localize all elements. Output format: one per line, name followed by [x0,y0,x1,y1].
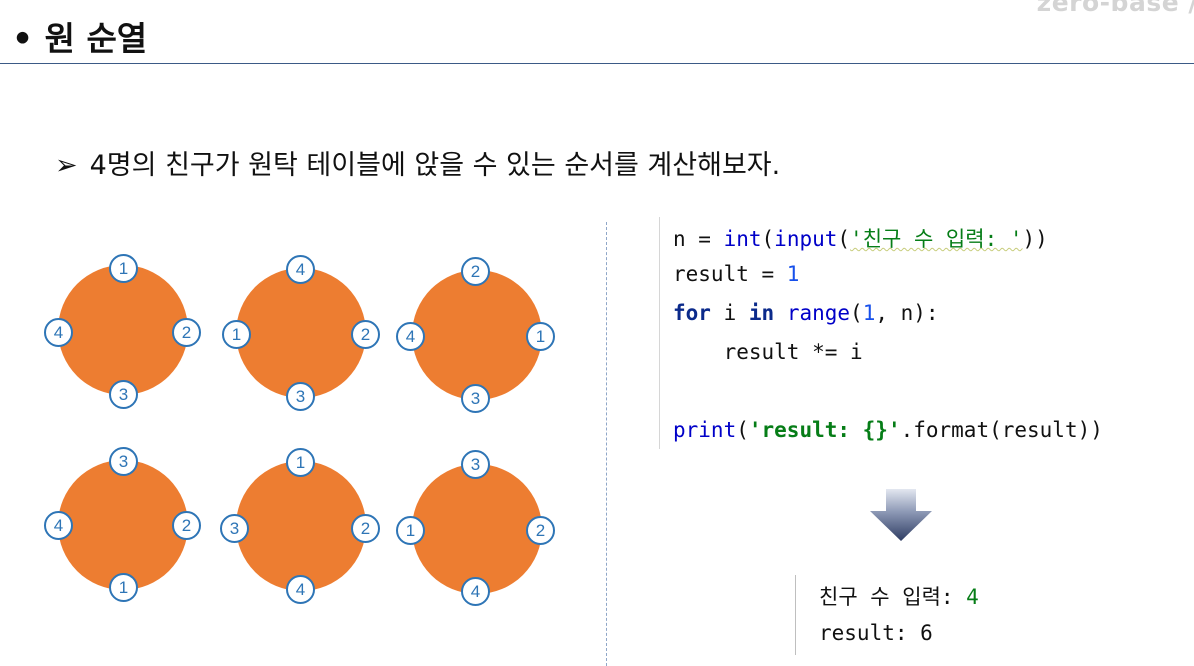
page-title: • 원 순열 [12,12,147,60]
title-text: 원 순열 [44,19,148,58]
seat-6-top: 3 [461,450,490,479]
seat-3-bottom: 3 [461,384,490,413]
code-token: .format(result)) [900,418,1103,442]
seat-6-left: 1 [396,516,425,545]
output-block: 친구 수 입력: 4 result: 6 [795,575,1056,655]
code-token: 1 [786,262,800,286]
code-line-4: result *= i [673,340,863,364]
subtitle-text: 4명의 친구가 원탁 테이블에 앉을 수 있는 순서를 계산해보자. [89,150,781,181]
round-table-4 [58,460,188,590]
brand-logo: zero-base / [1036,0,1194,17]
seat-5-right: 2 [351,514,380,543]
code-token: result *= i [673,340,863,364]
code-token: , n): [875,301,939,325]
seat-2-left: 1 [222,320,251,349]
code-line-3: for i in range(1, n): [673,301,939,325]
seat-6-right: 2 [526,516,555,545]
seat-3-left: 4 [396,322,425,351]
seat-4-left: 4 [44,511,73,540]
code-token: int [723,227,762,251]
subtitle: ➢ 4명의 친구가 원탁 테이블에 앉을 수 있는 순서를 계산해보자. [55,143,780,182]
down-arrow-icon [870,489,932,541]
seat-4-bottom: 1 [109,573,138,602]
code-token: 'result: {}' [748,418,901,442]
section-divider [606,222,607,666]
code-token: )) [1022,227,1048,251]
seat-5-left: 3 [220,514,249,543]
code-token: range [786,301,851,325]
seat-2-bottom: 3 [286,382,315,411]
code-token: ( [761,227,775,251]
code-token: for [673,301,711,325]
code-token: ( [850,301,863,325]
code-token: in [748,301,775,325]
code-line-1: n = int(input('친구 수 입력: ')) [673,223,1048,253]
code-token: i [710,301,749,325]
seat-1-bottom: 3 [109,380,138,409]
code-line-6: print('result: {}'.format(result)) [673,418,1103,442]
title-bullet: • [12,19,34,58]
round-table-2 [236,268,366,398]
code-token: ( [736,418,749,442]
output-label: 친구 수 입력: [819,585,967,609]
seat-4-right: 2 [172,511,201,540]
seat-1-right: 2 [172,318,201,347]
code-token: 1 [862,301,876,325]
code-token: input [774,227,838,251]
code-token: '친구 수 입력: ' [850,227,1023,251]
title-rule [0,63,1194,64]
seat-3-right: 1 [526,322,555,351]
seat-1-top: 1 [109,254,138,283]
seat-2-right: 2 [351,320,380,349]
round-table-1 [58,265,188,395]
round-table-3 [412,270,542,400]
seat-1-left: 4 [44,318,73,347]
seat-2-top: 4 [286,255,315,284]
seat-5-top: 1 [286,448,315,477]
code-token: result = [673,262,787,286]
code-block: n = int(input('친구 수 입력: ')) result = 1 f… [659,217,1180,449]
code-token: print [673,418,737,442]
round-table-5 [236,461,366,591]
subtitle-arrow-icon: ➢ [55,150,78,181]
code-line-2: result = 1 [673,262,799,286]
seat-5-bottom: 4 [286,575,315,604]
output-line-2: result: 6 [819,621,933,645]
seat-3-top: 2 [461,257,490,286]
round-table-6 [412,464,542,594]
output-value: 4 [966,585,979,609]
output-line-1: 친구 수 입력: 4 [819,581,979,611]
code-token: n = [673,227,724,251]
seat-6-bottom: 4 [461,577,490,606]
code-token: ( [837,227,851,251]
seat-4-top: 3 [109,447,138,476]
